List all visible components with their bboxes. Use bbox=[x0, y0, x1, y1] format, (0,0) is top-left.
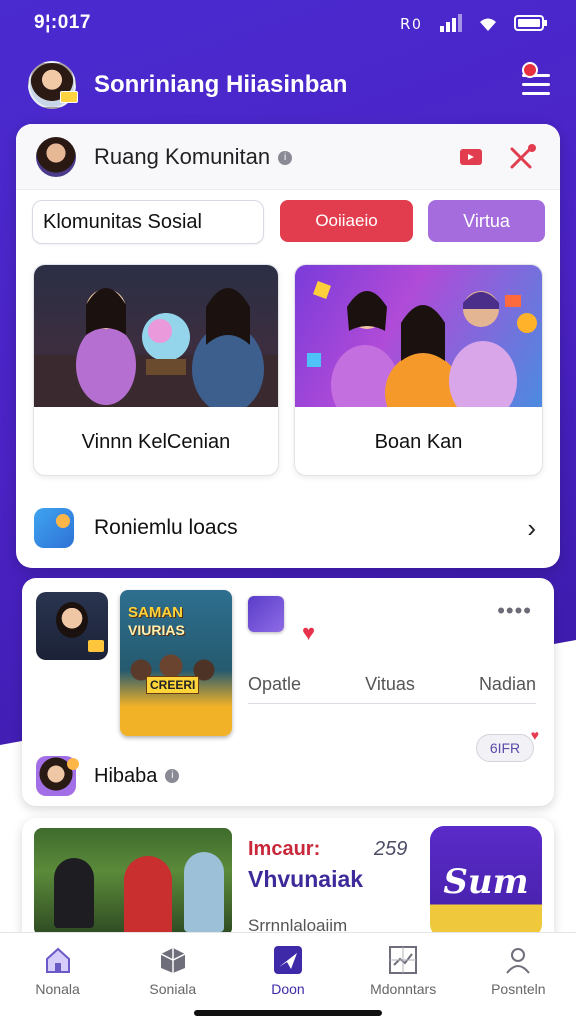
community-title-text: Ruang Komunitan bbox=[94, 143, 271, 169]
nav-item-profile[interactable]: Posnteln bbox=[463, 933, 573, 1024]
filter-button-virtual[interactable]: Virtua bbox=[428, 200, 545, 242]
post-user-row[interactable]: Hibaba i bbox=[36, 756, 180, 796]
promo-label: Imcaur: bbox=[248, 838, 321, 860]
person-figure bbox=[184, 852, 224, 932]
person-figure bbox=[124, 856, 172, 936]
battery-icon bbox=[514, 15, 547, 31]
poster-title-line1: SAMAN bbox=[128, 604, 183, 621]
nav-label: Posnteln bbox=[491, 981, 546, 997]
post-poster-image[interactable]: SAMAN VIURIAS CREERI bbox=[120, 590, 232, 736]
info-icon[interactable]: i bbox=[278, 150, 293, 165]
nav-label: Doon bbox=[271, 981, 305, 997]
send-icon bbox=[273, 946, 302, 974]
crystal-ball-illustration bbox=[34, 288, 278, 407]
notification-dot-icon bbox=[522, 62, 538, 78]
signal-icon bbox=[440, 14, 462, 32]
menu-button[interactable] bbox=[522, 62, 552, 98]
status-time: 9¦:017 bbox=[34, 12, 91, 33]
profile-icon bbox=[506, 948, 531, 974]
community-avatar[interactable] bbox=[36, 136, 76, 177]
feature-image-crystal-ball bbox=[34, 265, 278, 407]
home-indicator[interactable] bbox=[194, 1010, 382, 1016]
video-icon[interactable] bbox=[460, 148, 482, 165]
nav-label: Soniala bbox=[149, 981, 197, 997]
nav-label: Mdonntars bbox=[370, 981, 437, 997]
post-card: SAMAN VIURIAS CREERI ♥ •••• Opatle Vitua… bbox=[22, 578, 554, 806]
status-bar: 9¦:017 R0 bbox=[0, 0, 576, 46]
community-title: Ruang Komunitan i bbox=[94, 143, 293, 170]
post-tabs: Opatle Vituas Nadian bbox=[248, 666, 536, 704]
community-actions bbox=[460, 143, 538, 171]
face-image bbox=[56, 602, 88, 638]
community-card: Ruang Komunitan i Klomunitas Sosial Ooiia… bbox=[16, 124, 560, 568]
user-avatar[interactable] bbox=[28, 61, 78, 109]
box-icon bbox=[160, 948, 186, 973]
app-icon[interactable] bbox=[248, 596, 284, 632]
user-avatar-small bbox=[36, 756, 79, 796]
verified-icon: i bbox=[165, 769, 180, 784]
community-header: Ruang Komunitan i bbox=[16, 124, 560, 190]
promo-title: Vhvunaiak bbox=[248, 866, 364, 892]
post-user-name-text: Hibaba bbox=[94, 764, 158, 787]
home-icon bbox=[45, 947, 70, 973]
person-figure bbox=[54, 858, 94, 928]
feature-card-right[interactable]: Boan Kan bbox=[294, 264, 543, 476]
post-author-thumbnail[interactable] bbox=[36, 592, 108, 660]
community-footer-link[interactable]: Roniemlu loacs › bbox=[16, 500, 560, 556]
app-title: Sonriniang Hiiasinban bbox=[94, 71, 348, 98]
feature-card-left[interactable]: Vinnn KelCenian bbox=[33, 264, 279, 476]
badge-icon bbox=[60, 91, 78, 103]
tag-icon bbox=[88, 640, 104, 652]
poster-title-line3: CREERI bbox=[146, 676, 200, 694]
poster-title-line2: VIURIAS bbox=[128, 622, 185, 638]
svg-text:R: R bbox=[400, 15, 410, 32]
feature-caption-left: Vinnn KelCenian bbox=[81, 430, 231, 453]
heart-icon[interactable]: ♥ bbox=[302, 620, 315, 646]
promo-image-group bbox=[34, 828, 232, 936]
menu-line bbox=[522, 92, 550, 95]
celebration-illustration bbox=[307, 281, 537, 407]
gift-button[interactable]: 6IFR ♥ bbox=[476, 727, 539, 762]
filter-button-red[interactable]: Ooiiaeio bbox=[280, 200, 413, 242]
feature-caption-right: Boan Kan bbox=[374, 430, 463, 453]
community-search-field[interactable]: Klomunitas Sosial bbox=[32, 200, 264, 244]
chevron-right-icon: › bbox=[527, 512, 536, 543]
status-icons: R0 bbox=[400, 14, 548, 32]
nfc-icon: R0 bbox=[400, 15, 421, 32]
heart-badge-icon: ♥ bbox=[530, 727, 539, 743]
svg-text:0: 0 bbox=[412, 17, 421, 32]
post-tab[interactable]: Vituas bbox=[365, 674, 415, 695]
tools-icon[interactable] bbox=[508, 143, 538, 171]
post-tab[interactable]: Opatle bbox=[248, 674, 301, 695]
chart-icon bbox=[389, 946, 418, 974]
group-icon bbox=[34, 508, 74, 548]
post-tab[interactable]: Nadian bbox=[479, 674, 536, 695]
post-user-name: Hibaba i bbox=[94, 764, 180, 788]
app-header: Sonriniang Hiiasinban bbox=[0, 56, 576, 114]
community-footer-label: Roniemlu loacs bbox=[94, 516, 238, 539]
nav-item-home[interactable]: Nonala bbox=[3, 933, 113, 1024]
gift-label: 6IFR bbox=[489, 740, 521, 756]
more-options-button[interactable]: •••• bbox=[497, 598, 532, 624]
nav-label: Nonala bbox=[35, 981, 80, 997]
community-filter-row: Klomunitas Sosial Ooiiaeio Virtua bbox=[32, 200, 545, 244]
feature-image-celebration bbox=[295, 265, 542, 407]
promo-count: 259 bbox=[374, 838, 408, 860]
promo-logo: Sum bbox=[430, 826, 542, 938]
wifi-icon bbox=[480, 18, 496, 31]
menu-line bbox=[522, 83, 550, 86]
